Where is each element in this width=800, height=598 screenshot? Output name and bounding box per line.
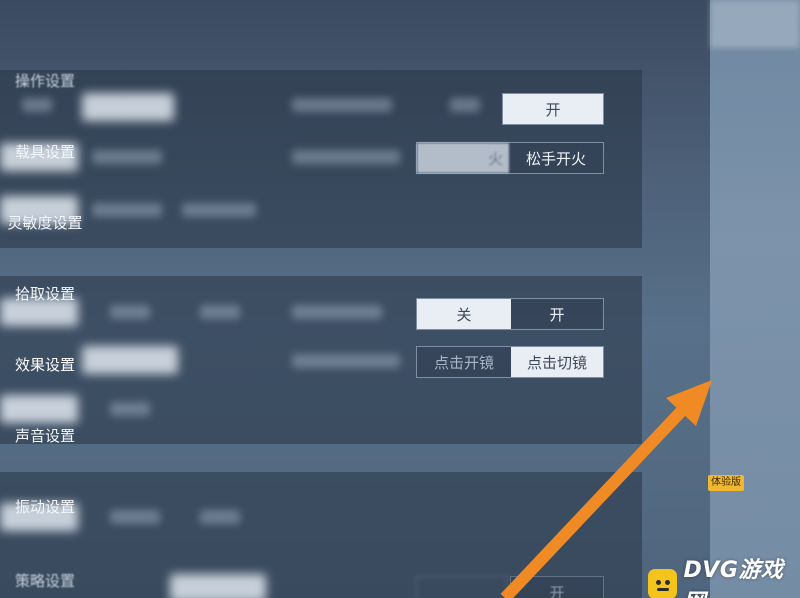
toggle-on-button[interactable]: 开 xyxy=(511,299,603,329)
blurred-option xyxy=(82,93,174,121)
toggle-on-button[interactable]: 开 xyxy=(503,94,603,124)
blurred-label xyxy=(110,305,150,319)
beta-badge: 体验版 xyxy=(708,475,744,491)
blurred-label xyxy=(200,305,240,319)
scope-toggle[interactable]: 关 开 xyxy=(416,298,604,330)
game-face-icon xyxy=(648,569,677,598)
blurred-label xyxy=(292,98,392,112)
blurred-label xyxy=(110,510,160,524)
blurred-label xyxy=(292,150,400,164)
sidebar-item-effects[interactable]: 效果设置 xyxy=(0,344,90,384)
blurred-label xyxy=(292,305,382,319)
blurred-option xyxy=(170,574,266,598)
toggle-on-button[interactable]: 开 xyxy=(511,577,603,598)
scope-mode-switch-button[interactable]: 点击切镜 xyxy=(511,347,603,377)
blurred-label xyxy=(92,203,162,217)
watermark-text: DVG游戏网 xyxy=(683,558,784,598)
blurred-option xyxy=(416,576,508,598)
blurred-label xyxy=(92,150,162,164)
scope-mode-selector[interactable]: 点击开镜 点击切镜 xyxy=(416,346,604,378)
fire-mode-option-release[interactable]: 松手开火 xyxy=(509,143,603,173)
blurred-label xyxy=(182,203,256,217)
fire-mode-selector[interactable]: 火 松手开火 xyxy=(416,142,604,174)
sidebar-item-sound[interactable]: 声音设置 xyxy=(0,415,90,455)
sidebar-item-controls[interactable]: 操作设置 xyxy=(0,60,90,100)
blurred-label xyxy=(450,98,480,112)
sidebar-item-pickup[interactable]: 拾取设置 xyxy=(0,273,90,313)
blurred-label xyxy=(200,510,240,524)
blurred-label xyxy=(22,98,52,112)
fire-mode-option-1[interactable]: 火 xyxy=(417,143,509,173)
sidebar-item-vehicle[interactable]: 载具设置 xyxy=(0,131,90,171)
game-settings-screen: 开 火 松手开火 关 开 点击开镜 点击切镜 开 操作设置 载具设置 灵敏度设置… xyxy=(0,0,800,598)
arrow-head xyxy=(666,380,712,426)
sidebar-item-sensitivity[interactable]: 灵敏度设置 xyxy=(0,202,90,242)
settings-sidebar xyxy=(710,0,800,598)
sidebar-item-strategy[interactable]: 策略设置 xyxy=(0,560,90,598)
blurred-label xyxy=(110,402,150,416)
sidebar-item-vibration[interactable]: 振动设置 xyxy=(0,486,90,526)
top-toggle[interactable]: 开 xyxy=(502,93,604,125)
scope-mode-open-button[interactable]: 点击开镜 xyxy=(417,347,511,377)
toggle-off-button[interactable]: 关 xyxy=(417,299,511,329)
blurred-label xyxy=(292,354,400,368)
bottom-toggle[interactable]: 开 xyxy=(510,576,604,598)
watermark: DVG游戏网 xyxy=(648,552,800,598)
blurred-option xyxy=(82,346,178,374)
